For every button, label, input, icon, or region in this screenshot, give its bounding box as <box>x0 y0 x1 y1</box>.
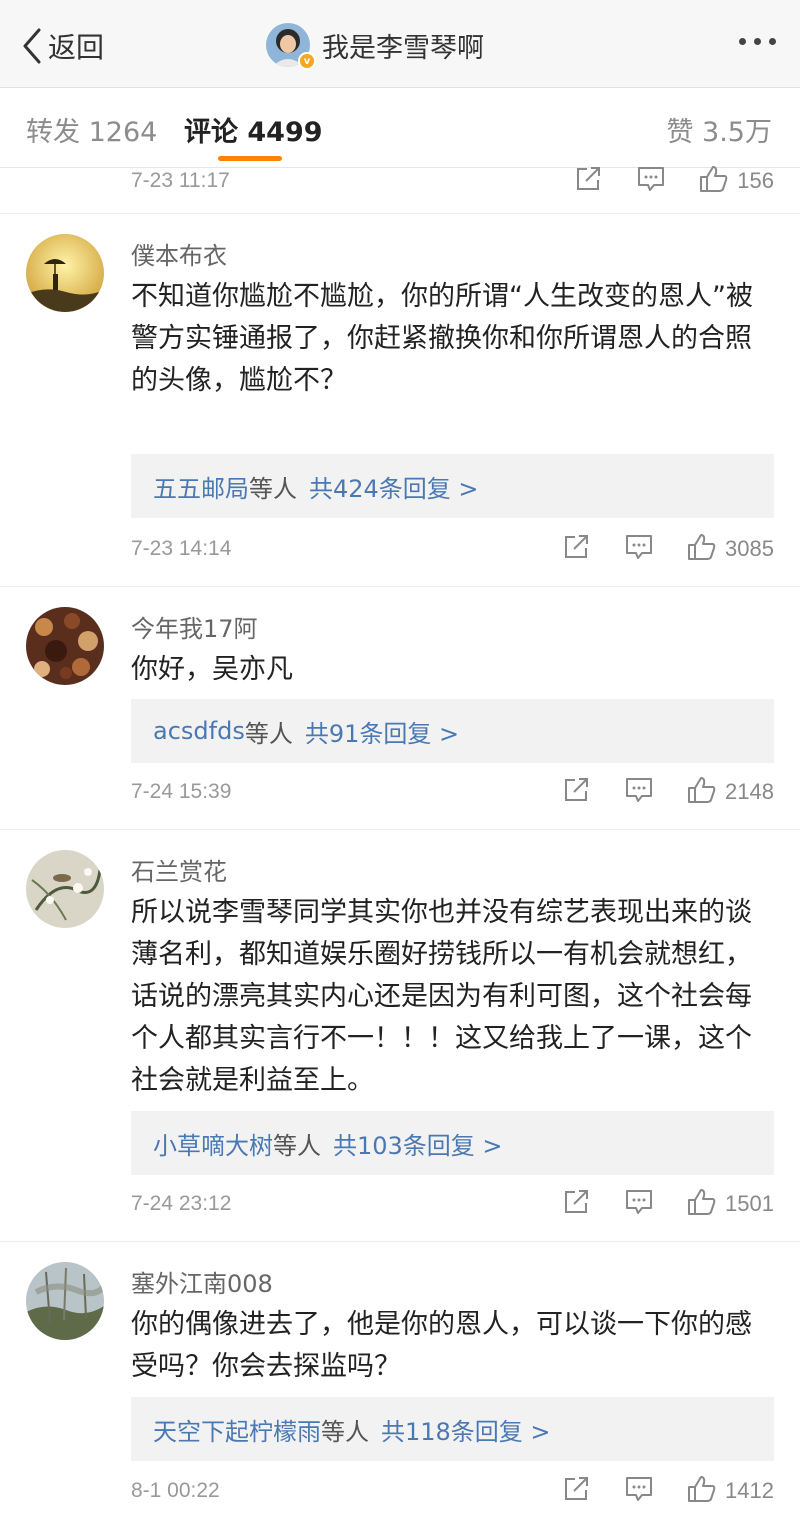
username[interactable]: 石兰赏花 <box>131 852 227 887</box>
thumbs-up-icon <box>699 165 729 197</box>
top-nav-bar: 返回 我是李雪琴啊 v <box>0 0 800 88</box>
thumbs-up-icon <box>687 776 717 808</box>
comment-item: 今年我17阿 你好，吴亦凡 acsdfds 等人 共91条回复 > <box>0 587 800 780</box>
reply-button[interactable] <box>625 1476 653 1506</box>
comment-text: 你的偶像进去了，他是你的恩人，可以谈一下你的感受吗？你会去探监吗？ <box>131 1309 752 1382</box>
reply-button[interactable] <box>625 1189 653 1219</box>
share-button[interactable] <box>563 777 591 807</box>
more-dots-icon[interactable] <box>739 38 776 45</box>
share-button[interactable] <box>575 166 603 196</box>
share-icon <box>563 1476 591 1506</box>
tab-bar: 转发 1264 评论 4499 赞 3.5万 <box>0 88 800 168</box>
reply-user-link[interactable]: 小草嘀大树 <box>153 1126 273 1161</box>
share-icon <box>563 1189 591 1219</box>
comment-time: 7-23 14:14 <box>131 537 232 560</box>
verified-badge-icon: v <box>298 52 316 70</box>
tab-like[interactable]: 赞 3.5万 <box>666 110 772 149</box>
page-title: 我是李雪琴啊 <box>322 32 484 64</box>
avatar[interactable] <box>26 1262 104 1340</box>
like-count: 156 <box>737 168 774 193</box>
comment-actions: 156 <box>575 165 774 197</box>
share-button[interactable] <box>563 1476 591 1506</box>
comment-item: 僕本布衣 不知道你尴尬不尴尬，你的所谓“人生改变的恩人”被警方实锤通报了，你赶紧… <box>0 214 800 537</box>
share-icon <box>563 777 591 807</box>
reply-user-link[interactable]: 天空下起柠檬雨 <box>153 1412 321 1447</box>
like-count: 3085 <box>725 536 774 561</box>
comment-time: 7-24 15:39 <box>131 780 232 803</box>
reply-etc: 等人 <box>249 474 297 503</box>
comment-meta: 8-1 00:22 1412 <box>0 1476 800 1519</box>
comment-actions: 3085 <box>563 533 774 565</box>
thumbs-up-icon <box>687 1188 717 1220</box>
like-button[interactable]: 1412 <box>687 1475 774 1507</box>
comment-icon <box>637 166 665 196</box>
back-label: 返回 <box>48 31 105 64</box>
username[interactable]: 僕本布衣 <box>131 236 227 271</box>
comment-feed: 7-23 11:17 156 僕本布衣 不知道你尴尬不尴尬，你的所谓“人生改变的… <box>0 166 800 1519</box>
replies-summary[interactable]: 小草嘀大树 等人 共103条回复 > <box>131 1111 774 1175</box>
reply-etc: 等人 <box>244 719 293 748</box>
replies-summary[interactable]: 天空下起柠檬雨 等人 共118条回复 > <box>131 1397 774 1461</box>
like-button[interactable]: 2148 <box>687 776 774 808</box>
reply-etc: 等人 <box>321 1417 369 1446</box>
thumbs-up-icon <box>687 1475 717 1507</box>
comment-icon <box>625 534 653 564</box>
share-button[interactable] <box>563 1189 591 1219</box>
comment-time: 7-24 23:12 <box>131 1192 232 1215</box>
comment-meta: 7-23 11:17 156 <box>0 166 800 213</box>
avatar[interactable] <box>26 234 104 312</box>
reply-count-link[interactable]: 共91条回复 > <box>305 714 459 749</box>
comment-text: 所以说李雪琴同学其实你也并没有综艺表现出来的谈薄名利，都知道娱乐圈好捞钱所以一有… <box>131 897 752 1096</box>
comment-icon <box>625 777 653 807</box>
reply-count-link[interactable]: 共103条回复 > <box>333 1126 503 1161</box>
comment-icon <box>625 1476 653 1506</box>
tab-repost[interactable]: 转发 1264 <box>26 110 157 149</box>
active-tab-indicator <box>218 156 282 161</box>
comment-item: 石兰赏花 所以说李雪琴同学其实你也并没有综艺表现出来的谈薄名利，都知道娱乐圈好捞… <box>0 830 800 1192</box>
comment-meta: 7-24 15:39 2148 <box>0 777 800 829</box>
reply-user-link[interactable]: acsdfds <box>153 717 245 745</box>
comment-time: 7-23 11:17 <box>131 169 230 192</box>
like-button[interactable]: 1501 <box>687 1188 774 1220</box>
comment-actions: 1501 <box>563 1188 774 1220</box>
comment-text: 不知道你尴尬不尴尬，你的所谓“人生改变的恩人”被警方实锤通报了，你赶紧撤换你和你… <box>131 281 753 396</box>
back-button[interactable]: 返回 <box>22 24 104 68</box>
reply-user-link[interactable]: 五五邮局 <box>153 469 249 504</box>
like-count: 2148 <box>725 779 774 804</box>
share-icon <box>575 166 603 196</box>
reply-button[interactable] <box>637 166 665 196</box>
avatar[interactable] <box>26 850 104 928</box>
comment-meta: 7-23 14:14 3085 <box>0 534 800 586</box>
like-count: 1412 <box>725 1478 774 1503</box>
share-icon <box>563 534 591 564</box>
comment-actions: 1412 <box>563 1475 774 1507</box>
share-button[interactable] <box>563 534 591 564</box>
comment-meta: 7-24 23:12 1501 <box>0 1189 800 1241</box>
reply-count-link[interactable]: 共118条回复 > <box>381 1412 551 1447</box>
username[interactable]: 今年我17阿 <box>131 609 258 644</box>
comment-item: 塞外江南008 你的偶像进去了，他是你的恩人，可以谈一下你的感受吗？你会去探监吗… <box>0 1242 800 1479</box>
comment-text: 你好，吴亦凡 <box>131 654 293 685</box>
thumbs-up-icon <box>687 533 717 565</box>
reply-etc: 等人 <box>273 1131 321 1160</box>
comment-icon <box>625 1189 653 1219</box>
comment-actions: 2148 <box>563 776 774 808</box>
comment-time: 8-1 00:22 <box>131 1479 220 1502</box>
like-button[interactable]: 156 <box>699 165 774 197</box>
reply-button[interactable] <box>625 534 653 564</box>
replies-summary[interactable]: acsdfds 等人 共91条回复 > <box>131 699 774 763</box>
like-button[interactable]: 3085 <box>687 533 774 565</box>
avatar[interactable] <box>26 607 104 685</box>
username[interactable]: 塞外江南008 <box>131 1264 273 1299</box>
replies-summary[interactable]: 五五邮局 等人 共424条回复 > <box>131 454 774 518</box>
like-count: 1501 <box>725 1191 774 1216</box>
reply-button[interactable] <box>625 777 653 807</box>
chevron-left-icon <box>22 28 42 64</box>
reply-count-link[interactable]: 共424条回复 > <box>309 469 479 504</box>
